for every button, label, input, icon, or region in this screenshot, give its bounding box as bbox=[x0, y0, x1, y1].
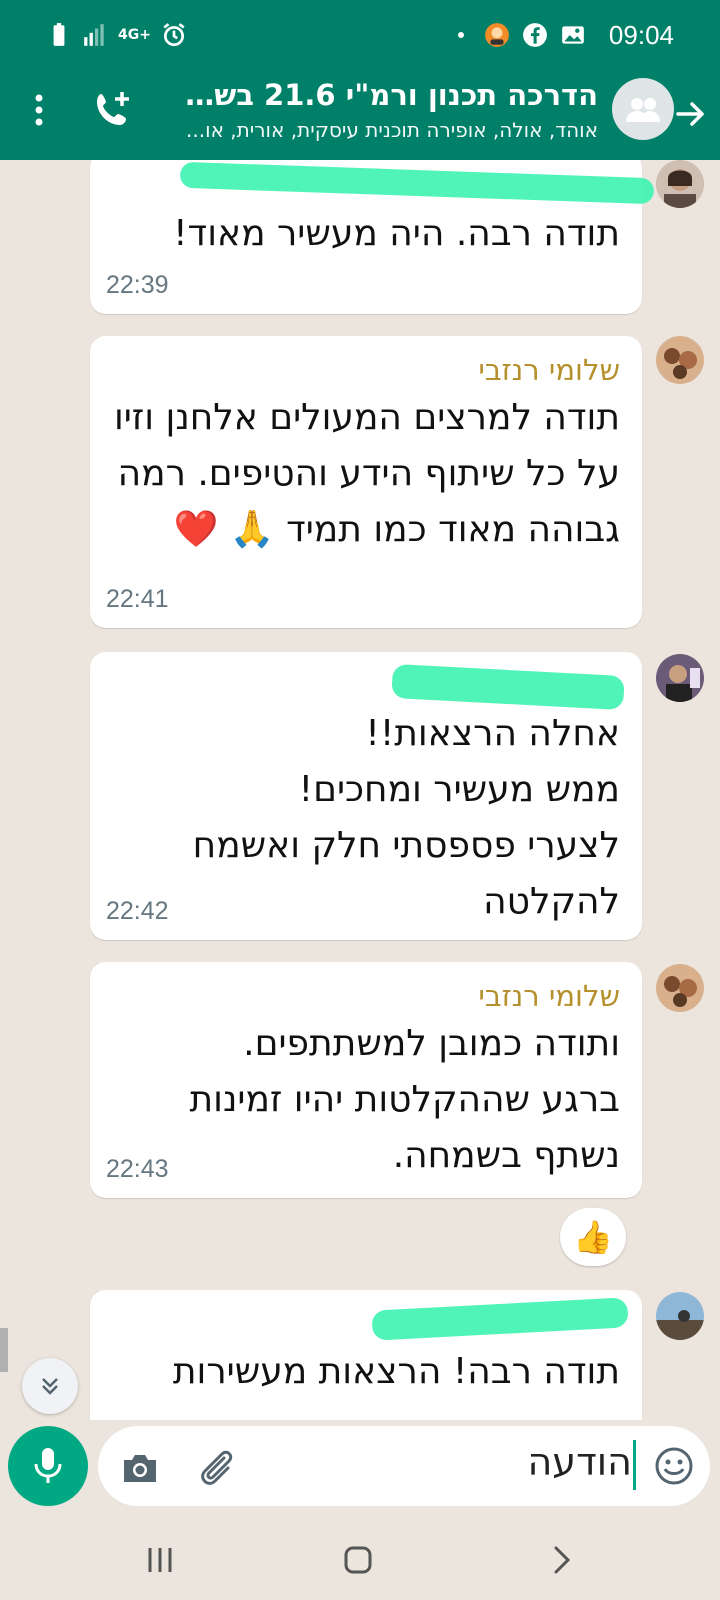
home-icon[interactable] bbox=[336, 1538, 380, 1582]
message-sender: שלומי רנזבי bbox=[478, 353, 620, 387]
group-avatar[interactable] bbox=[612, 78, 674, 140]
battery-icon bbox=[53, 23, 65, 46]
alarm-icon bbox=[163, 23, 185, 47]
profile-notification-icon bbox=[485, 23, 509, 47]
message-time: 22:42 bbox=[106, 897, 169, 925]
facebook-icon bbox=[523, 23, 547, 47]
message-list[interactable]: תודה רבה. היה מעשיר מאוד! 22:39 שלומי רנ… bbox=[0, 160, 720, 1420]
text-cursor bbox=[633, 1440, 636, 1490]
message-composer[interactable]: הודעה bbox=[98, 1426, 710, 1506]
voice-record-button[interactable] bbox=[8, 1426, 88, 1506]
avatar[interactable] bbox=[656, 654, 704, 702]
avatar[interactable] bbox=[656, 964, 704, 1012]
message-text: תודה רבה. היה מעשיר מאוד! bbox=[173, 213, 620, 254]
back-arrow-icon[interactable] bbox=[670, 94, 710, 134]
message-bubble[interactable]: שלומי רנזבי תודה למרצים המעולים אלחנן וז… bbox=[90, 336, 642, 628]
microphone-icon bbox=[34, 1448, 62, 1483]
gallery-icon bbox=[562, 26, 584, 44]
recent-apps-icon[interactable] bbox=[138, 1538, 182, 1582]
notification-dot-icon bbox=[458, 32, 464, 38]
message-text: אחלה הרצאות!! ממש מעשיר ומחכים! לצערי פס… bbox=[192, 713, 620, 922]
system-nav-bar bbox=[0, 1520, 720, 1600]
status-left-icons: 4G+ bbox=[46, 22, 187, 48]
status-bar: 4G+ 09:04 bbox=[0, 0, 720, 74]
chat-header: הדרכה תכנון ורמ"י 21.6 בשעה... אוהד, אול… bbox=[0, 74, 720, 160]
message-text: תודה רבה! הרצאות מעשירות bbox=[172, 1351, 620, 1392]
scroll-to-bottom-button[interactable] bbox=[22, 1358, 78, 1414]
signal-icon bbox=[84, 24, 104, 46]
message-time: 22:39 bbox=[106, 271, 169, 299]
chat-title[interactable]: הדרכה תכנון ורמ"י 21.6 בשעה... bbox=[178, 78, 598, 112]
message-time: 22:41 bbox=[106, 585, 169, 613]
status-right-icons bbox=[458, 22, 586, 48]
more-menu-icon[interactable] bbox=[26, 90, 52, 130]
thumbs-up-icon: 👍 bbox=[573, 1218, 613, 1256]
side-handle[interactable] bbox=[0, 1328, 8, 1372]
double-chevron-down-icon bbox=[42, 1378, 58, 1395]
message-bubble[interactable]: שלומי רנזבי ותודה כמובן למשתתפים. ברגע ש… bbox=[90, 962, 642, 1198]
status-time: 09:04 bbox=[608, 20, 674, 50]
message-sender: שלומי רנזבי bbox=[478, 979, 620, 1013]
group-avatar-icon bbox=[626, 98, 660, 122]
message-time: 22:43 bbox=[106, 1155, 169, 1183]
camera-icon[interactable] bbox=[118, 1446, 162, 1490]
network-type: 4G+ bbox=[118, 27, 151, 43]
emoji-icon[interactable] bbox=[652, 1444, 696, 1488]
back-nav-icon[interactable] bbox=[540, 1538, 584, 1582]
add-call-icon[interactable] bbox=[92, 88, 134, 130]
avatar[interactable] bbox=[656, 336, 704, 384]
avatar[interactable] bbox=[656, 1292, 704, 1340]
message-text: תודה למרצים המעולים אלחנן וזיו על כל שית… bbox=[102, 397, 620, 550]
chat-participants[interactable]: אוהד, אולה, אופירה תוכנית עיסקית, אורית,… bbox=[158, 118, 598, 142]
reaction-badge[interactable]: 👍 bbox=[560, 1208, 626, 1266]
message-text: ותודה כמובן למשתתפים. ברגע שההקלטות יהיו… bbox=[189, 1023, 620, 1176]
avatar[interactable] bbox=[656, 160, 704, 208]
message-input[interactable]: הודעה bbox=[527, 1440, 632, 1484]
attachment-icon[interactable] bbox=[194, 1444, 238, 1488]
